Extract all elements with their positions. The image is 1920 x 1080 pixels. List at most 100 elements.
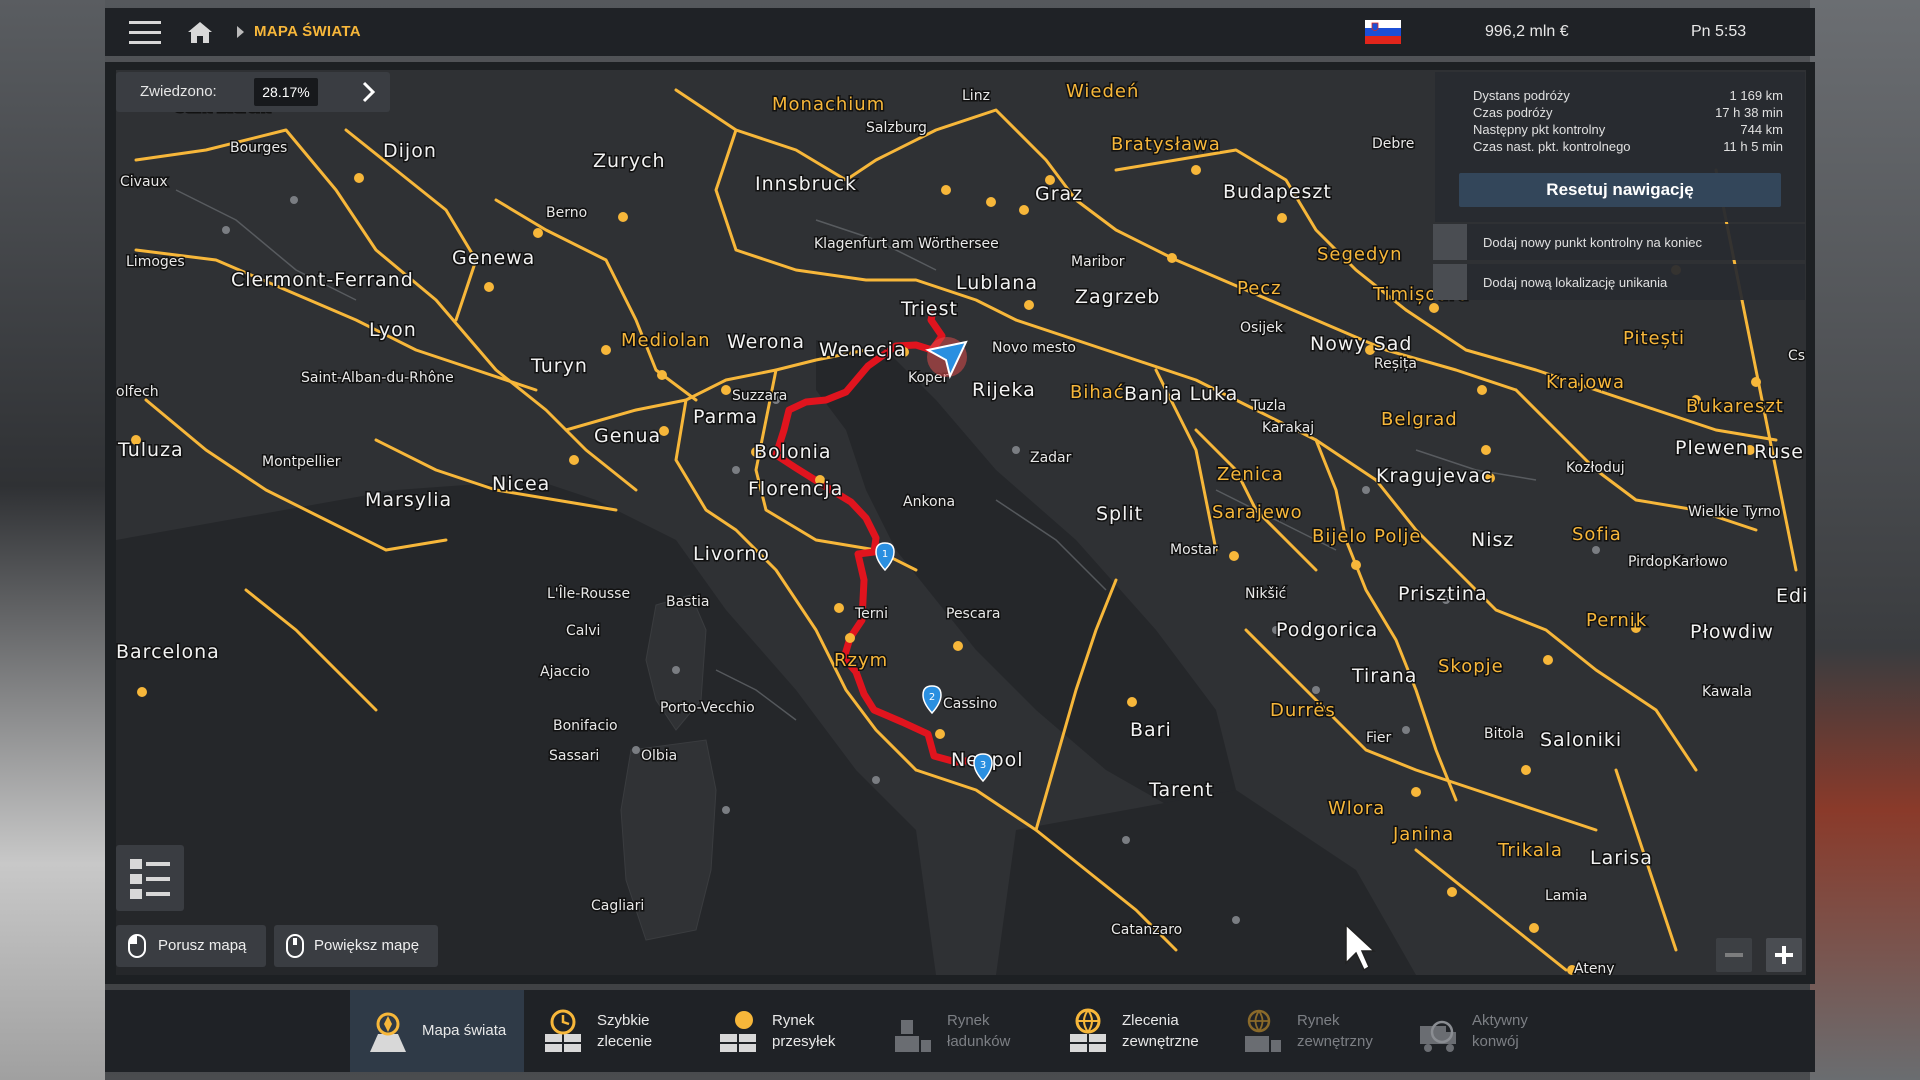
home-icon[interactable]	[187, 20, 213, 44]
svg-text:Tirana: Tirana	[1351, 665, 1417, 687]
svg-text:Wlora: Wlora	[1328, 798, 1385, 819]
hamburger-menu-icon[interactable]	[129, 21, 161, 45]
svg-text:Innsbruck: Innsbruck	[755, 173, 857, 195]
svg-text:Bukareszt: Bukareszt	[1686, 396, 1784, 417]
svg-text:Suzzara: Suzzara	[732, 388, 787, 404]
world-map-icon	[370, 1012, 406, 1052]
svg-text:Tuzla: Tuzla	[1250, 398, 1286, 414]
svg-text:Bitola: Bitola	[1484, 726, 1524, 742]
add-checkpoint-option[interactable]: Dodaj nowy punkt kontrolny na koniec	[1433, 224, 1805, 260]
tab-freight-market[interactable]: Rynek przesyłek	[700, 990, 870, 1072]
tab-cargo-market[interactable]: Rynek ładunków	[875, 990, 1045, 1072]
add-avoid-location-option[interactable]: Dodaj nową lokalizację unikania	[1433, 264, 1805, 300]
svg-text:Zurych: Zurych	[593, 150, 666, 172]
svg-text:Berno: Berno	[546, 205, 587, 221]
external-market-globe-icon	[1245, 1009, 1281, 1052]
svg-text:Lamia: Lamia	[1545, 888, 1588, 904]
plus-icon	[1775, 946, 1793, 964]
svg-text:Bolonia: Bolonia	[754, 441, 832, 463]
zoom-out-button[interactable]	[1716, 938, 1752, 972]
player-position-icon	[925, 337, 968, 379]
tab-world-map[interactable]: Mapa świata	[350, 990, 524, 1072]
svg-text:Lyon: Lyon	[369, 319, 417, 341]
svg-text:Banja Luka: Banja Luka	[1124, 383, 1238, 405]
svg-text:Nowy Sad: Nowy Sad	[1310, 333, 1412, 355]
svg-text:L'Île-Rousse: L'Île-Rousse	[547, 584, 630, 602]
garage-wall-right	[1810, 0, 1920, 1080]
svg-text:Bourges: Bourges	[230, 140, 287, 156]
nav-next-checkpoint-label: Następny pkt kontrolny	[1473, 122, 1606, 137]
svg-text:Split: Split	[1096, 503, 1143, 525]
breadcrumb: MAPA ŚWIATA	[254, 23, 361, 40]
svg-text:Florencja: Florencja	[748, 478, 843, 500]
breadcrumb-separator-icon	[237, 26, 244, 38]
hint-move-map: Porusz mapą	[116, 925, 266, 967]
svg-text:Bari: Bari	[1130, 719, 1172, 741]
svg-text:Ruse: Ruse	[1754, 441, 1804, 463]
svg-text:Barcelona: Barcelona	[116, 641, 220, 663]
zoom-in-button[interactable]	[1766, 938, 1802, 972]
svg-text:Civaux: Civaux	[120, 174, 168, 190]
tab-cargo-market-label-2: ładunków	[947, 1033, 1011, 1050]
chevron-right-icon[interactable]	[356, 80, 380, 104]
svg-text:Prisztina: Prisztina	[1398, 583, 1488, 605]
svg-text:Dijon: Dijon	[383, 140, 437, 162]
visited-indicator: Zwiedzono: 28.17%	[116, 72, 390, 112]
tab-external-market[interactable]: Rynek zewnętrzny	[1225, 990, 1395, 1072]
svg-text:olfech: olfech	[116, 384, 159, 400]
map-legend-button[interactable]	[116, 845, 184, 911]
svg-text:Wielkie Tyrno: Wielkie Tyrno	[1688, 504, 1781, 520]
svg-text:Mediolan: Mediolan	[621, 330, 710, 351]
tab-world-map-label: Mapa świata	[422, 1022, 507, 1039]
svg-text:Parma: Parma	[693, 406, 758, 428]
tab-active-convoy[interactable]: Aktywny konwój	[1400, 990, 1570, 1072]
svg-text:Maribor: Maribor	[1071, 254, 1125, 270]
svg-text:Segedyn: Segedyn	[1317, 244, 1403, 265]
tab-quick-job[interactable]: Szybkie zlecenie	[525, 990, 695, 1072]
svg-text:1: 1	[882, 549, 888, 560]
svg-text:Cassino: Cassino	[943, 696, 997, 712]
add-avoid-location-label: Dodaj nową lokalizację unikania	[1483, 275, 1668, 290]
quick-job-clock-icon	[545, 1009, 581, 1052]
svg-text:Montpellier: Montpellier	[262, 454, 341, 470]
svg-text:Skopje: Skopje	[1438, 656, 1504, 677]
add-avoid-location-checkbox[interactable]	[1433, 264, 1467, 300]
svg-text:Bihać: Bihać	[1070, 382, 1125, 403]
legend-list-icon	[130, 859, 170, 899]
add-checkpoint-checkbox[interactable]	[1433, 224, 1467, 260]
active-convoy-icon	[1420, 1020, 1456, 1052]
visited-percentage: 28.17%	[254, 78, 318, 106]
reset-navigation-button[interactable]: Resetuj nawigację	[1459, 173, 1781, 207]
svg-text:Trikala: Trikala	[1497, 840, 1563, 861]
svg-text:Zadar: Zadar	[1030, 450, 1072, 466]
svg-text:Cagliari: Cagliari	[591, 898, 644, 914]
svg-text:Tarent: Tarent	[1148, 779, 1214, 801]
nav-distance-value: 1 169 km	[1729, 88, 1783, 103]
svg-text:Osijek: Osijek	[1240, 320, 1284, 336]
svg-text:Kozłoduj: Kozłoduj	[1566, 460, 1625, 476]
tab-active-convoy-label-1: Aktywny	[1472, 1012, 1528, 1029]
tab-freight-market-label-1: Rynek	[772, 1012, 815, 1029]
svg-text:Monachium: Monachium	[772, 94, 885, 115]
svg-text:Rzym: Rzym	[834, 650, 888, 671]
svg-text:2: 2	[929, 692, 935, 703]
nav-next-checkpoint-time-value: 11 h 5 min	[1723, 139, 1783, 154]
tab-active-convoy-label-2: konwój	[1472, 1033, 1519, 1050]
money-balance: 996,2 mln €	[1485, 23, 1569, 40]
svg-text:Rijeka: Rijeka	[972, 379, 1036, 401]
svg-text:Karakaj: Karakaj	[1262, 420, 1314, 436]
svg-text:Triest: Triest	[900, 298, 958, 320]
nav-distance-label: Dystans podróży	[1473, 88, 1570, 103]
mouse-left-button-icon	[128, 934, 146, 958]
svg-text:Ankona: Ankona	[903, 494, 955, 510]
tab-external-contracts[interactable]: Zlecenia zewnętrzne	[1050, 990, 1220, 1072]
svg-text:Budapeszt: Budapeszt	[1223, 181, 1332, 203]
svg-text:Linz: Linz	[962, 88, 990, 104]
svg-text:Calvi: Calvi	[566, 623, 600, 639]
svg-text:Cs: Cs	[1788, 348, 1805, 364]
svg-text:Wenecja: Wenecja	[819, 339, 906, 361]
tab-quick-job-label-2: zlecenie	[597, 1033, 653, 1050]
svg-text:Kawala: Kawala	[1702, 684, 1752, 700]
svg-text:Livorno: Livorno	[693, 543, 770, 565]
svg-text:Saloniki: Saloniki	[1540, 729, 1622, 751]
